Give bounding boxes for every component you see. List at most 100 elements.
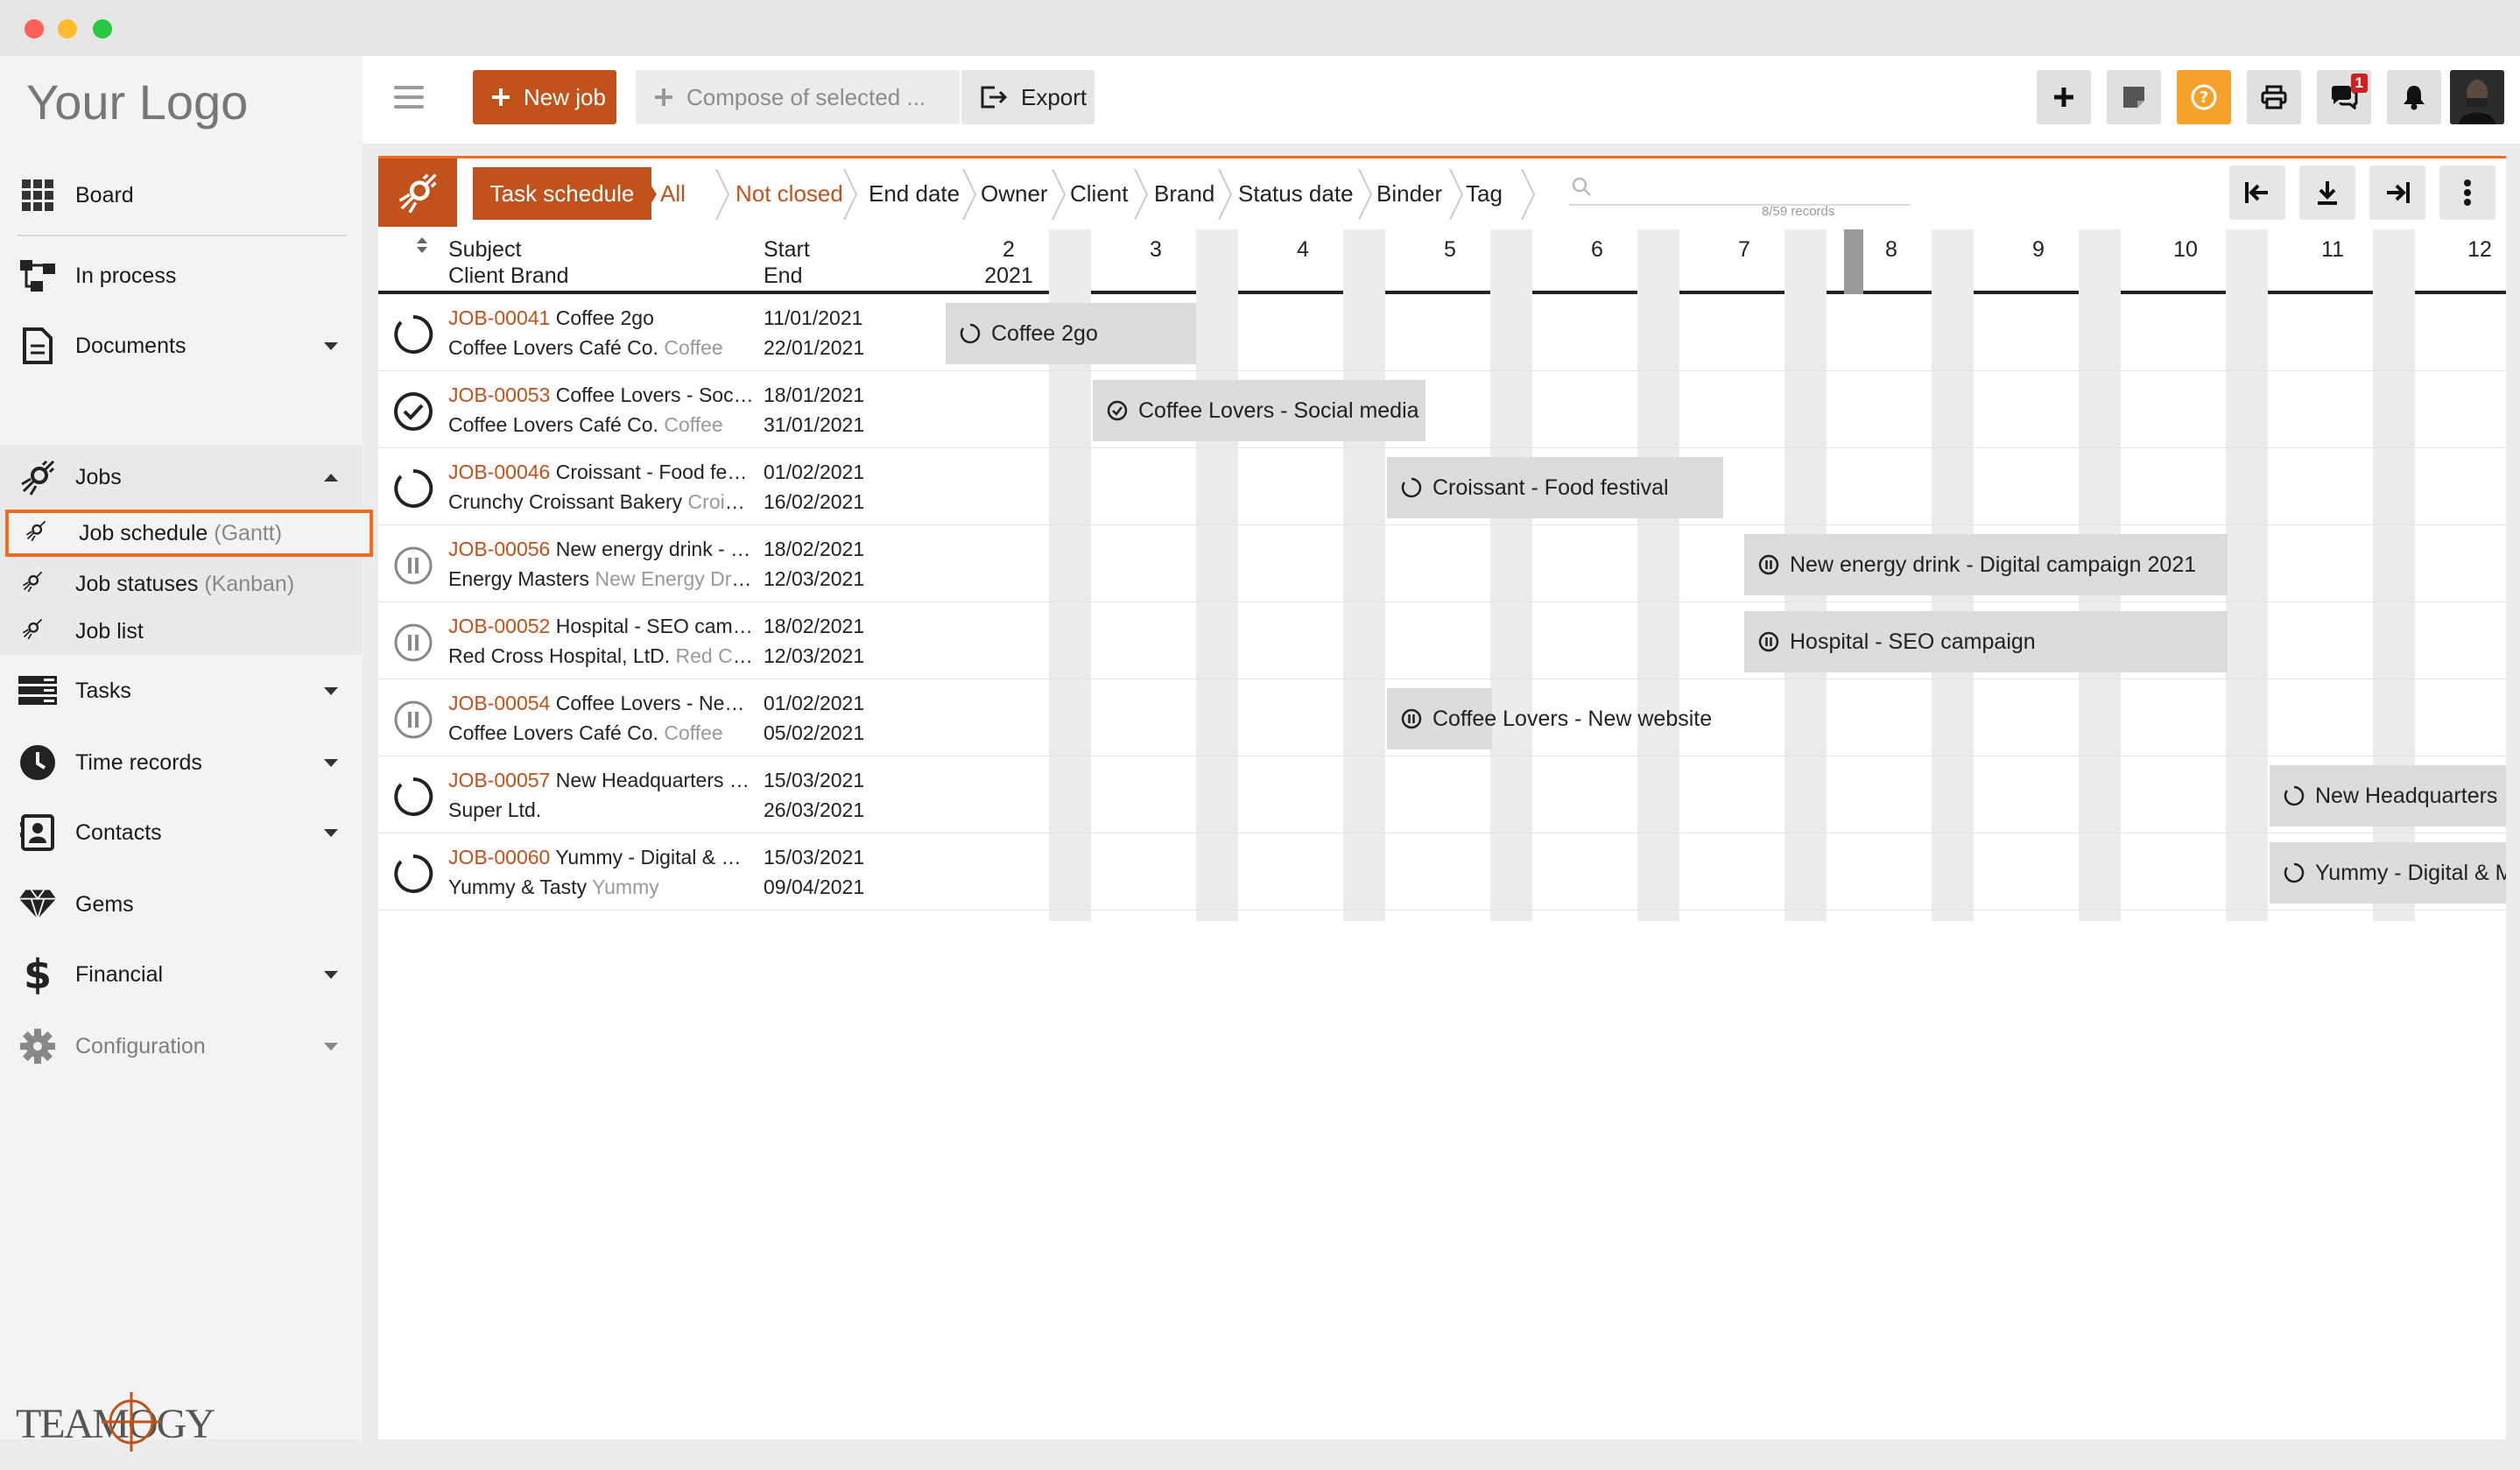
download-button[interactable] <box>2299 165 2355 220</box>
export-icon <box>979 84 1009 110</box>
status-open-icon[interactable] <box>392 776 434 822</box>
nav-label: Documents <box>75 333 187 358</box>
compose-label: Compose of selected ... <box>686 83 926 110</box>
job-id-link[interactable]: JOB-00052 <box>448 615 550 637</box>
nav-label: Time records <box>75 749 202 775</box>
filter-task-schedule[interactable]: Task schedule <box>473 167 651 220</box>
table-row[interactable]: JOB-00060 Yummy - Digital & Marketing Yu… <box>378 833 2506 911</box>
chevron-down-icon <box>324 1042 338 1051</box>
table-row[interactable]: JOB-00052 Hospital - SEO campaign Red Cr… <box>378 602 2506 679</box>
arrow-to-left-icon <box>2245 182 2268 203</box>
job-end-date: 09/04/2021 <box>764 876 865 898</box>
nav-time-records[interactable]: Time records <box>0 732 363 793</box>
col-subject[interactable]: Subject Client Brand <box>448 236 569 289</box>
new-job-button[interactable]: New job <box>473 70 616 124</box>
search-input[interactable] <box>1569 171 1911 206</box>
zoom-window-button[interactable] <box>93 19 112 39</box>
job-brand: Croissant <box>687 490 755 513</box>
add-button[interactable] <box>2037 70 2091 124</box>
menu-toggle-icon[interactable] <box>394 86 424 112</box>
filter-owner[interactable]: Owner <box>981 167 1059 220</box>
nav-tasks[interactable]: Tasks <box>0 660 363 721</box>
job-id-link[interactable]: JOB-00056 <box>448 538 550 560</box>
minimize-window-button[interactable] <box>58 19 77 39</box>
nav-job-list[interactable]: Job list <box>0 608 363 655</box>
table-row[interactable]: JOB-00041 Coffee 2go Coffee Lovers Café … <box>378 294 2506 371</box>
status-open-icon[interactable] <box>392 468 434 514</box>
week-label: 6 <box>1591 237 1603 262</box>
job-id-link[interactable]: JOB-00060 <box>448 846 550 869</box>
job-id-link[interactable]: JOB-00046 <box>448 461 550 483</box>
filter-tag[interactable]: Tag <box>1466 167 1518 220</box>
col-dates[interactable]: Start End <box>764 236 810 289</box>
print-button[interactable] <box>2247 70 2301 124</box>
job-id-link[interactable]: JOB-00041 <box>448 306 550 329</box>
filter-all[interactable]: All <box>660 167 704 220</box>
table-row[interactable]: JOB-00056 New energy drink - Digital cam… <box>378 525 2506 602</box>
nav-jobs[interactable]: Jobs <box>0 447 363 508</box>
nav-job-schedule[interactable]: Job schedule (Gantt) <box>5 510 373 557</box>
nav-financial[interactable]: $ Financial <box>0 944 363 1005</box>
job-start-date: 15/03/2021 <box>764 769 865 791</box>
help-button[interactable]: ? <box>2177 70 2231 124</box>
chevron-up-icon <box>324 473 338 482</box>
kebab-menu-icon <box>2464 179 2471 206</box>
chevron-right-icon <box>1521 169 1536 220</box>
nav-gems[interactable]: Gems <box>0 874 363 935</box>
nav-in-process[interactable]: In process <box>0 245 363 306</box>
status-paused-icon[interactable] <box>392 545 434 591</box>
alerts-button[interactable] <box>2387 70 2441 124</box>
more-options-button[interactable] <box>2439 165 2495 220</box>
filter-binder[interactable]: Binder <box>1376 167 1455 220</box>
nav-label: Financial <box>75 961 164 987</box>
job-client: Coffee Lovers Café Co. <box>448 721 658 744</box>
nav-board[interactable]: Board <box>0 165 363 226</box>
table-row[interactable]: JOB-00053 Coffee Lovers - Social media C… <box>378 371 2506 448</box>
col-end-label: End <box>764 264 803 288</box>
nav-label-suffix: (Gantt) <box>214 520 283 545</box>
rocket-icon[interactable] <box>378 158 457 227</box>
chevron-down-icon <box>324 686 338 695</box>
job-end-date: 12/03/2021 <box>764 567 865 590</box>
process-icon <box>18 256 58 296</box>
nav-label-suffix: (Kanban) <box>204 571 295 596</box>
status-done-icon[interactable] <box>392 390 434 437</box>
nav-label: Board <box>75 182 134 207</box>
nav-documents[interactable]: Documents <box>0 315 363 376</box>
job-id-link[interactable]: JOB-00053 <box>448 383 550 406</box>
expand-right-button[interactable] <box>2369 165 2425 220</box>
status-open-icon[interactable] <box>392 853 434 899</box>
table-row[interactable]: JOB-00057 New Headquarters - Super Ltd. … <box>378 756 2506 833</box>
status-paused-icon[interactable] <box>392 699 434 745</box>
user-avatar[interactable] <box>2450 70 2504 124</box>
nav-label: Contacts <box>75 819 162 845</box>
filter-status-date[interactable]: Status date <box>1238 167 1361 220</box>
nav-contacts[interactable]: Contacts <box>0 802 363 863</box>
col-start-label: Start <box>764 237 810 262</box>
close-window-button[interactable] <box>25 19 44 39</box>
job-id-link[interactable]: JOB-00054 <box>448 692 550 714</box>
status-open-icon[interactable] <box>392 313 434 360</box>
nav-label: In process <box>75 263 177 288</box>
table-row[interactable]: JOB-00046 Croissant - Food festival Crun… <box>378 448 2506 525</box>
nav-job-statuses[interactable]: Job statuses (Kanban) <box>0 560 363 608</box>
job-id-link[interactable]: JOB-00057 <box>448 769 550 791</box>
collapse-left-button[interactable] <box>2229 165 2285 220</box>
filter-brand[interactable]: Brand <box>1154 167 1224 220</box>
table-row[interactable]: JOB-00054 Coffee Lovers - New website Co… <box>378 679 2506 756</box>
printer-icon <box>2261 85 2287 109</box>
compose-selected-button[interactable]: Compose of selected ... <box>636 70 960 124</box>
status-paused-icon[interactable] <box>392 622 434 668</box>
filter-client[interactable]: Client <box>1070 167 1140 220</box>
export-button[interactable]: Export <box>961 70 1095 124</box>
filter-end-date[interactable]: End date <box>869 167 965 220</box>
help-icon: ? <box>2191 84 2217 110</box>
app-logo[interactable]: Your Logo <box>26 74 248 130</box>
sticky-note-icon <box>2123 87 2144 108</box>
sort-icon[interactable] <box>415 235 429 260</box>
notes-button[interactable] <box>2107 70 2161 124</box>
nav-configuration[interactable]: Configuration <box>0 1016 363 1077</box>
job-name: Coffee Lovers - Social media <box>555 383 755 406</box>
filter-not-closed[interactable]: Not closed <box>736 167 849 220</box>
messages-button[interactable]: 1 <box>2317 70 2371 124</box>
